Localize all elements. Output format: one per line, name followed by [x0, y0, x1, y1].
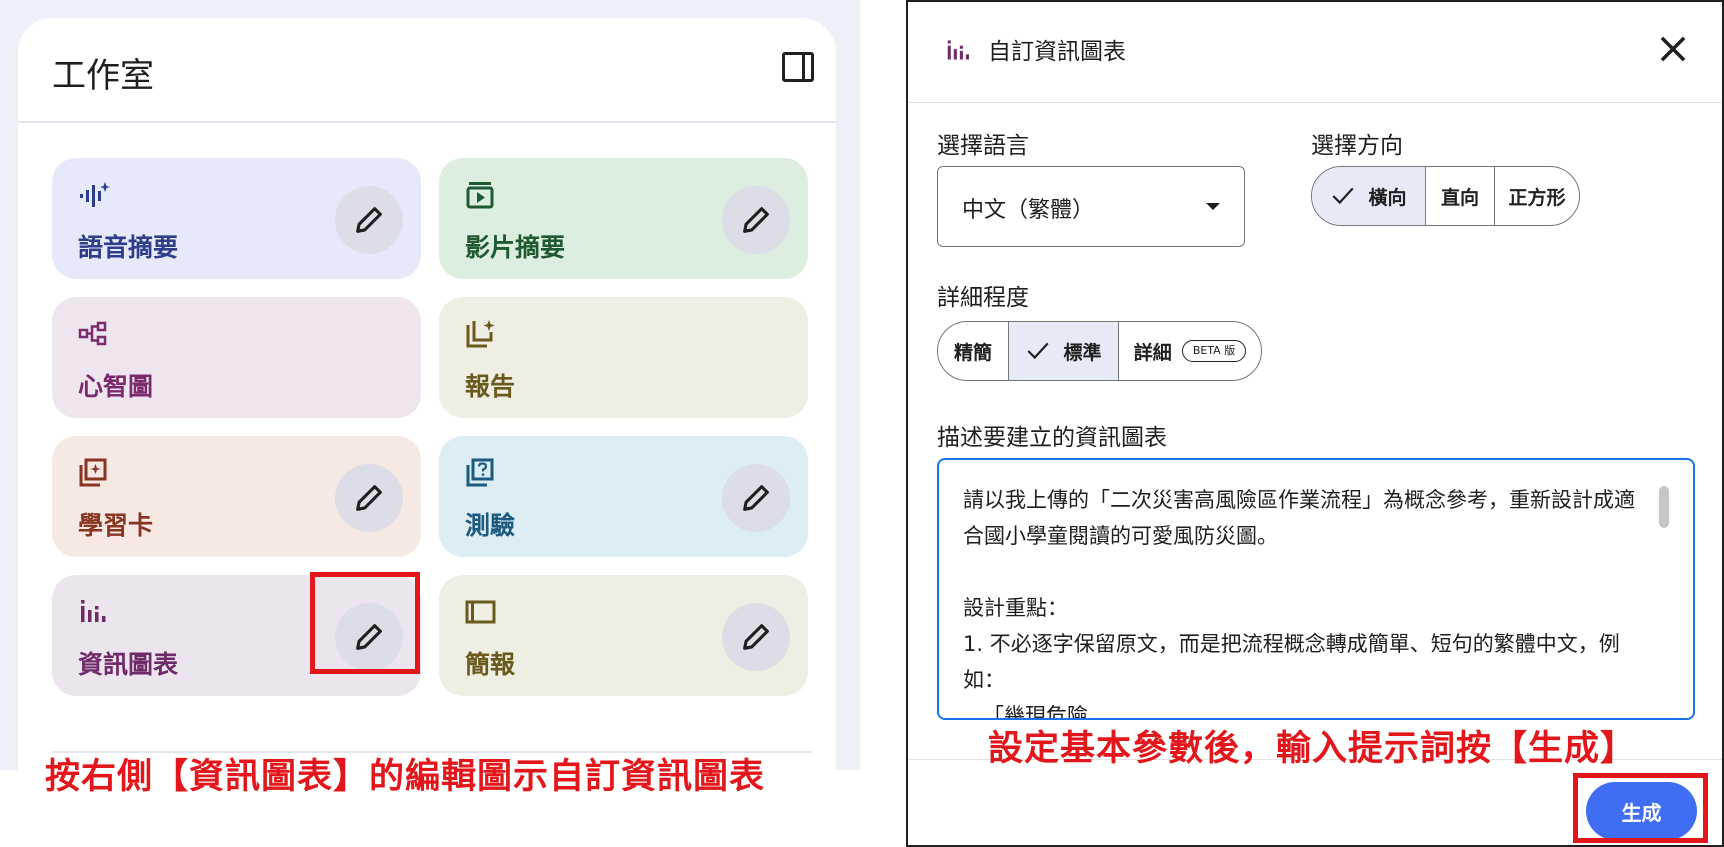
check-icon	[1027, 342, 1050, 360]
beta-badge: BETA 版	[1181, 340, 1247, 362]
infographic-icon	[947, 40, 969, 60]
card-label: 簡報	[465, 650, 516, 679]
instruction-caption-right: 設定基本參數後，輸入提示詞按【生成】	[988, 729, 1637, 769]
card-audio-overview[interactable]: 語音摘要	[52, 158, 421, 279]
option-label: 精簡	[953, 341, 992, 364]
card-slides[interactable]: 簡報	[439, 575, 808, 696]
card-label: 報告	[465, 372, 516, 401]
language-label: 選擇語言	[937, 133, 1029, 159]
studio-header: 工作室	[18, 18, 836, 123]
customize-infographic-dialog: 自訂資訊圖表 選擇語言 中文（繁體） 選擇方向 橫向 直向 正方形 詳細程度 精…	[906, 0, 1724, 847]
card-flashcards[interactable]: 學習卡	[52, 436, 421, 557]
audio-waveform-icon	[80, 182, 110, 207]
card-label: 學習卡	[78, 511, 154, 540]
option-label: 正方形	[1508, 186, 1566, 209]
flashcard-icon	[79, 458, 107, 487]
dialog-title: 自訂資訊圖表	[988, 39, 1126, 65]
option-label: 詳細	[1133, 341, 1172, 364]
studio-card-grid: 語音摘要 影片摘要 心智圖 報告 學習卡 測驗 資訊圖表 簡報	[52, 158, 808, 696]
pencil-icon	[356, 485, 382, 511]
card-mind-map[interactable]: 心智圖	[52, 297, 421, 418]
card-video-overview[interactable]: 影片摘要	[439, 158, 808, 279]
orientation-option-portrait[interactable]: 直向	[1425, 167, 1494, 225]
card-label: 影片摘要	[465, 233, 566, 262]
report-icon	[466, 320, 495, 348]
option-label: 橫向	[1368, 186, 1407, 209]
card-label: 資訊圖表	[78, 650, 179, 679]
option-label: 標準	[1063, 341, 1102, 364]
pencil-icon	[743, 485, 769, 511]
card-label: 心智圖	[78, 372, 154, 401]
edit-flashcards-button[interactable]	[335, 464, 403, 532]
card-label: 語音摘要	[78, 233, 179, 262]
card-quiz[interactable]: 測驗	[439, 436, 808, 557]
language-select[interactable]: 中文（繁體）	[937, 166, 1245, 247]
highlight-box-infographic-edit	[310, 572, 420, 674]
language-value: 中文（繁體）	[962, 198, 1095, 223]
detail-level-segmented-control: 精簡 標準 詳細 BETA 版	[937, 321, 1262, 381]
scrollbar-thumb[interactable]	[1659, 486, 1669, 528]
dialog-header: 自訂資訊圖表	[908, 2, 1722, 103]
slides-icon	[465, 600, 496, 624]
infographic-prompt-textarea[interactable]: 請以我上傳的「二次災害高風險區作業流程」為概念參考，重新設計成適合國小學童閱讀的…	[937, 458, 1695, 720]
card-report[interactable]: 報告	[439, 297, 808, 418]
mind-map-icon	[78, 321, 107, 346]
option-label: 直向	[1440, 186, 1479, 209]
orientation-label: 選擇方向	[1311, 133, 1403, 159]
highlight-box-generate	[1573, 773, 1708, 843]
detail-option-detailed[interactable]: 詳細 BETA 版	[1118, 322, 1261, 380]
describe-label: 描述要建立的資訊圖表	[937, 425, 1167, 451]
orientation-option-square[interactable]: 正方形	[1494, 167, 1579, 225]
prompt-text: 請以我上傳的「二次災害高風險區作業流程」為概念參考，重新設計成適合國小學童閱讀的…	[963, 488, 1635, 720]
detail-option-concise[interactable]: 精簡	[938, 322, 1008, 380]
card-label: 測驗	[465, 511, 516, 540]
detail-level-label: 詳細程度	[937, 285, 1029, 311]
infographic-icon	[81, 600, 106, 622]
edit-slides-button[interactable]	[722, 603, 790, 671]
instruction-caption-left: 按右側【資訊圖表】的編輯圖示自訂資訊圖表	[45, 757, 766, 797]
check-icon	[1332, 187, 1355, 205]
pencil-icon	[743, 207, 769, 233]
pencil-icon	[743, 624, 769, 650]
edit-video-overview-button[interactable]	[722, 186, 790, 254]
chevron-down-icon	[1206, 203, 1220, 210]
detail-option-standard[interactable]: 標準	[1008, 322, 1118, 380]
orientation-segmented-control: 橫向 直向 正方形	[1311, 166, 1580, 226]
video-icon	[466, 182, 494, 209]
orientation-option-landscape[interactable]: 橫向	[1312, 167, 1425, 225]
quiz-icon	[466, 458, 494, 487]
pencil-icon	[356, 207, 382, 233]
panel-toggle-icon[interactable]	[782, 52, 814, 82]
edit-audio-overview-button[interactable]	[335, 186, 403, 254]
studio-panel: 工作室 語音摘要 影片摘要 心智圖 報告 學習卡 測驗 資訊圖表 簡報	[18, 18, 836, 770]
close-icon[interactable]	[1654, 30, 1692, 68]
edit-quiz-button[interactable]	[722, 464, 790, 532]
studio-title: 工作室	[52, 56, 154, 96]
